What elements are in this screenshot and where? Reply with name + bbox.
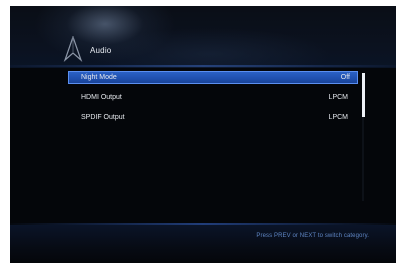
menu-item-value: LPCM [328, 114, 348, 121]
header-divider [10, 65, 396, 67]
menu-item-spdif-output[interactable]: SPDIF Output LPCM [68, 111, 358, 124]
settings-screen: Audio Night Mode Off HDMI Output LPCM SP… [10, 6, 396, 263]
menu-item-value: LPCM [328, 94, 348, 101]
menu-item-hdmi-output[interactable]: HDMI Output LPCM [68, 91, 358, 104]
audio-category-icon [63, 36, 83, 62]
footer-hint: Press PREV or NEXT to switch category. [256, 233, 369, 239]
scrollbar-thumb[interactable] [362, 73, 365, 117]
footer-background [10, 225, 396, 263]
menu-item-night-mode[interactable]: Night Mode Off [68, 71, 358, 84]
menu-item-value: Off [340, 74, 350, 81]
menu-item-label: SPDIF Output [81, 114, 125, 121]
page-title: Audio [90, 46, 112, 55]
menu-item-label: HDMI Output [81, 94, 122, 101]
settings-menu: Night Mode Off HDMI Output LPCM SPDIF Ou… [68, 71, 358, 131]
menu-item-label: Night Mode [81, 74, 117, 81]
